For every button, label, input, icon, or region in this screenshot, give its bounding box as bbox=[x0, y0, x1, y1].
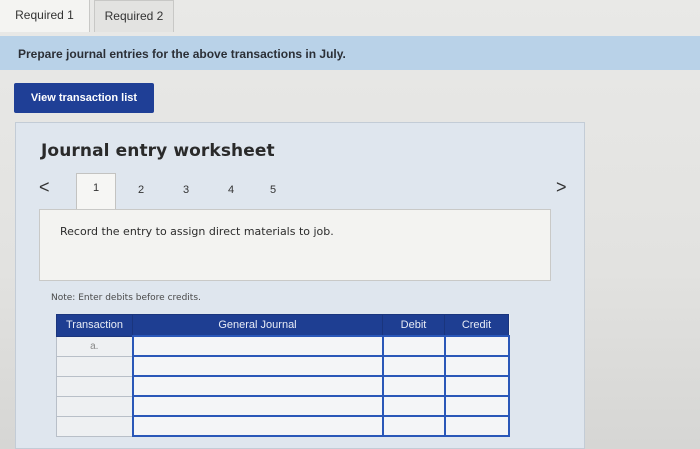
entry-description: Record the entry to assign direct materi… bbox=[60, 225, 334, 238]
transaction-cell: a. bbox=[56, 335, 133, 357]
page: Required 1 Required 2 Prepare journal en… bbox=[0, 0, 700, 449]
journal-entry-worksheet-panel: Journal entry worksheet < 1 2 3 4 5 > Re… bbox=[15, 122, 585, 449]
page-tab-3[interactable]: 3 bbox=[166, 177, 206, 203]
debit-input[interactable] bbox=[381, 355, 446, 377]
header-transaction: Transaction bbox=[56, 314, 133, 337]
table-row bbox=[56, 395, 510, 417]
page-tab-5[interactable]: 5 bbox=[253, 177, 293, 203]
worksheet-title: Journal entry worksheet bbox=[41, 141, 275, 161]
debit-input[interactable] bbox=[381, 415, 446, 437]
credit-input[interactable] bbox=[443, 355, 510, 377]
page-tab-1[interactable]: 1 bbox=[76, 173, 116, 210]
debit-input[interactable] bbox=[381, 375, 446, 397]
header-debit: Debit bbox=[382, 314, 445, 337]
debit-input[interactable] bbox=[381, 335, 446, 357]
entry-description-box: Record the entry to assign direct materi… bbox=[39, 209, 551, 281]
chevron-left-icon[interactable]: < bbox=[39, 177, 50, 198]
tab-required-2[interactable]: Required 2 bbox=[94, 0, 174, 32]
header-general-journal: General Journal bbox=[132, 314, 383, 337]
transaction-cell bbox=[56, 355, 133, 377]
table-row bbox=[56, 375, 510, 397]
page-tab-4[interactable]: 4 bbox=[211, 177, 251, 203]
header-credit: Credit bbox=[444, 314, 509, 337]
table-row bbox=[56, 415, 510, 437]
worksheet-page-tabs: 1 2 3 4 5 bbox=[76, 173, 346, 210]
account-input[interactable] bbox=[131, 395, 384, 417]
credit-input[interactable] bbox=[443, 415, 510, 437]
page-tab-2[interactable]: 2 bbox=[121, 177, 161, 203]
transaction-cell bbox=[56, 415, 133, 437]
account-input[interactable] bbox=[131, 335, 384, 357]
credit-input[interactable] bbox=[443, 335, 510, 357]
table-header-row: Transaction General Journal Debit Credit bbox=[56, 314, 509, 337]
required-tabs: Required 1 Required 2 bbox=[0, 0, 700, 34]
account-input[interactable] bbox=[131, 415, 384, 437]
transaction-cell bbox=[56, 395, 133, 417]
instruction-banner: Prepare journal entries for the above tr… bbox=[0, 36, 700, 70]
table-row bbox=[56, 355, 510, 377]
debits-credits-note: Note: Enter debits before credits. bbox=[51, 293, 201, 303]
journal-table: Transaction General Journal Debit Credit… bbox=[56, 314, 510, 437]
credit-input[interactable] bbox=[443, 375, 510, 397]
tab-required-1[interactable]: Required 1 bbox=[0, 0, 90, 32]
account-input[interactable] bbox=[131, 355, 384, 377]
table-row: a. bbox=[56, 335, 510, 357]
account-input[interactable] bbox=[131, 375, 384, 397]
view-transaction-list-button[interactable]: View transaction list bbox=[14, 83, 154, 113]
debit-input[interactable] bbox=[381, 395, 446, 417]
transaction-cell bbox=[56, 375, 133, 397]
credit-input[interactable] bbox=[443, 395, 510, 417]
chevron-right-icon[interactable]: > bbox=[556, 177, 567, 198]
